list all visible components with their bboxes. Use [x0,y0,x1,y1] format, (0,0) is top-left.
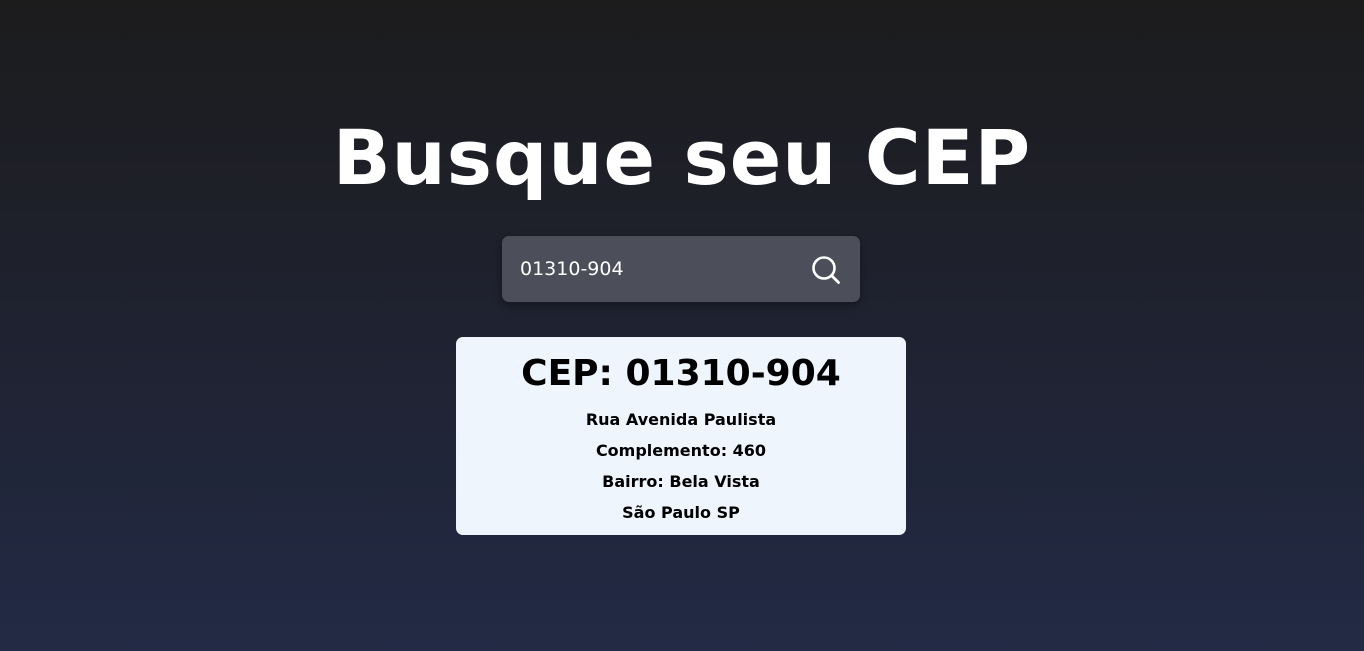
page-title: Busque seu CEP [332,113,1032,202]
search-icon [812,256,840,284]
search-button[interactable] [810,254,842,286]
result-street: Rua Avenida Paulista [585,410,777,429]
search-box [502,236,860,302]
result-complement: Complemento: 460 [595,441,767,460]
cep-search-input[interactable] [520,236,790,302]
result-neighborhood: Bairro: Bela Vista [602,472,760,491]
result-city-state: São Paulo SP [622,503,740,522]
result-card: CEP: 01310-904 Rua Avenida Paulista Comp… [456,337,906,535]
result-cep: CEP: 01310-904 [521,353,841,394]
